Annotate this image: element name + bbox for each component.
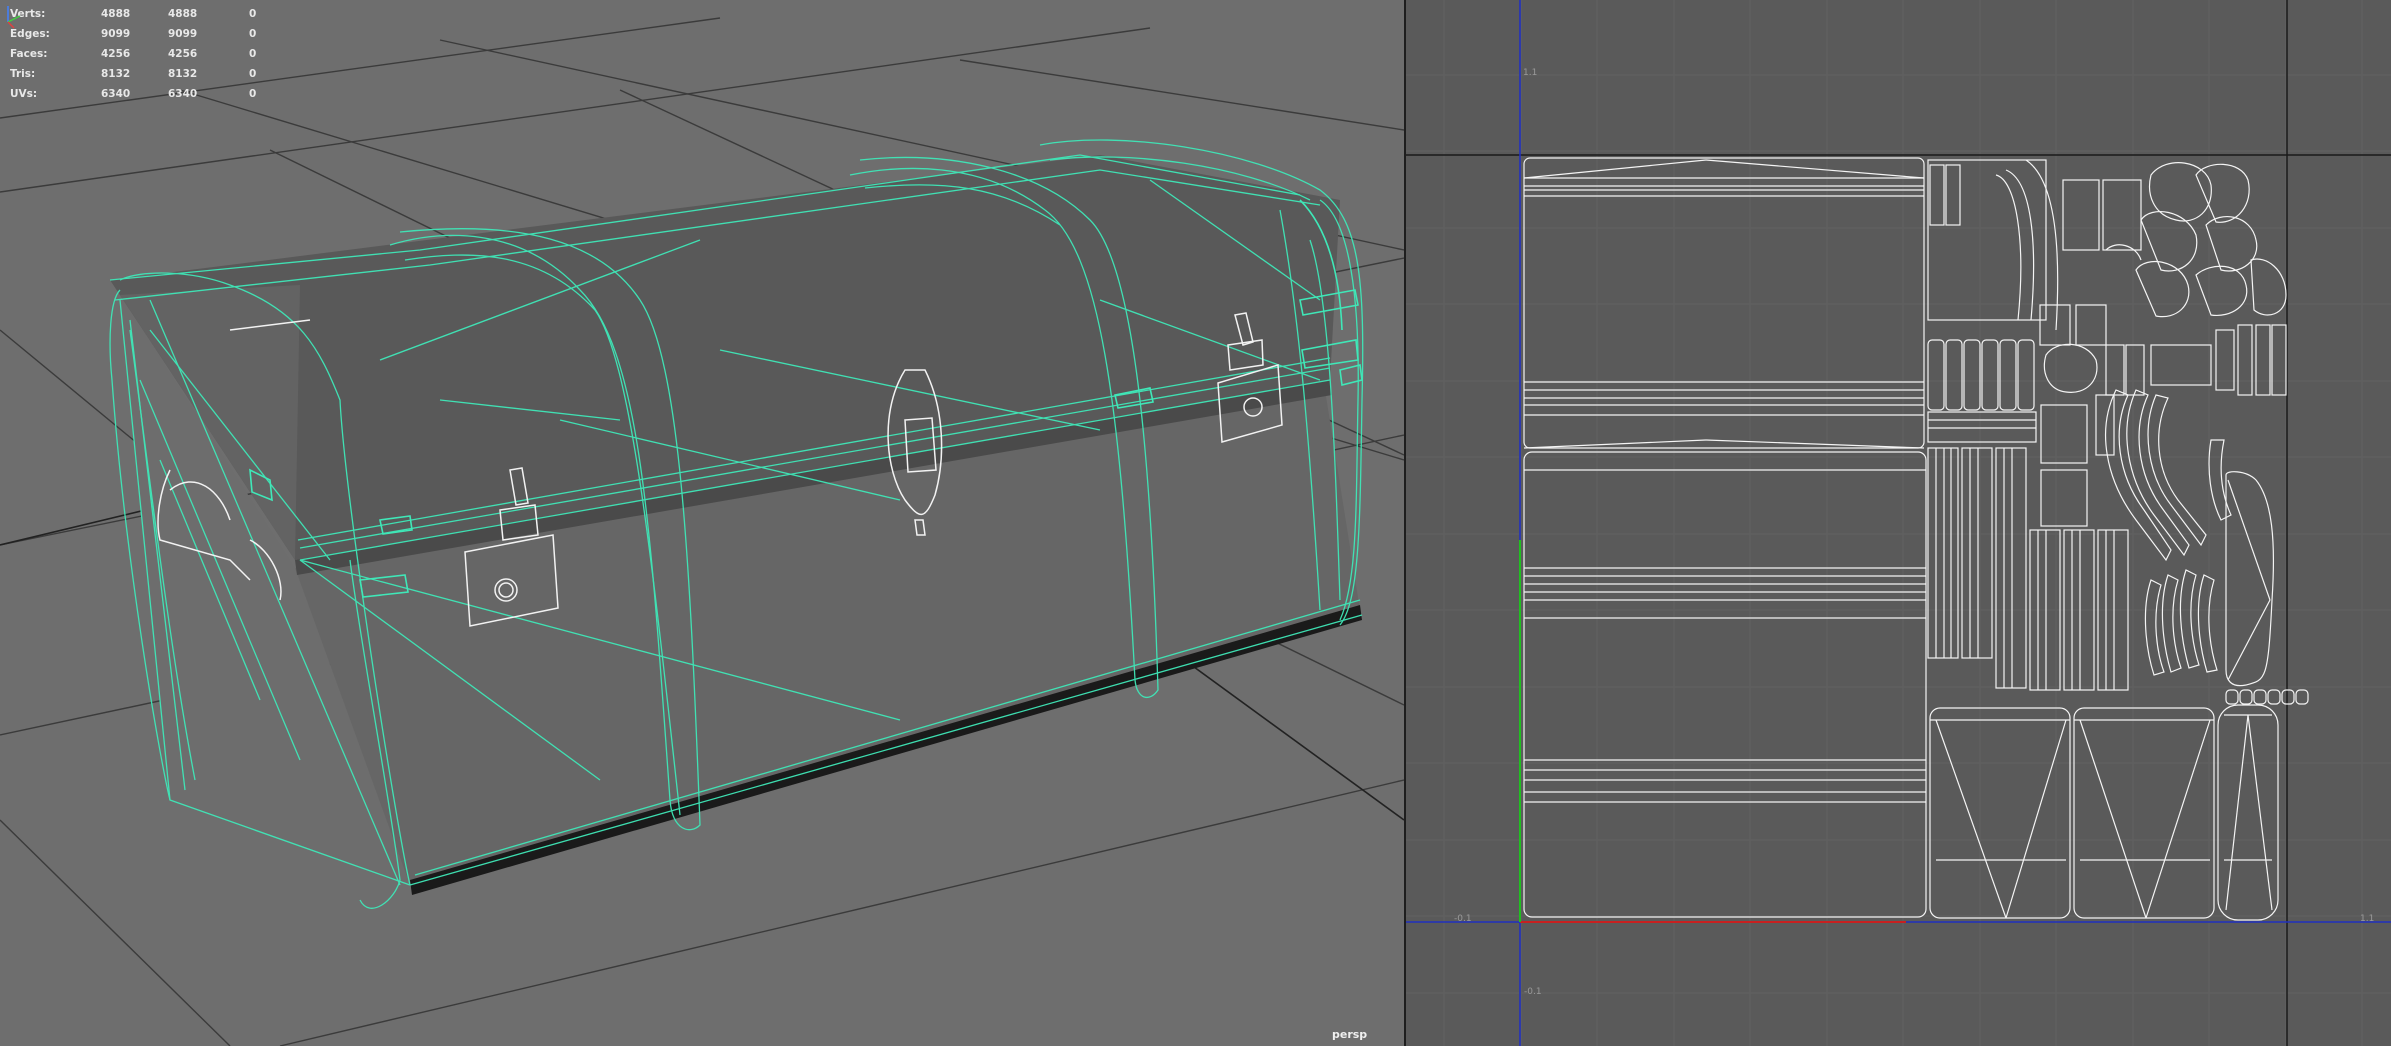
camera-label: persp xyxy=(1332,1028,1368,1041)
hud-row-tris: Tris: 8132 8132 0 xyxy=(10,64,270,84)
hud-value: 6340 xyxy=(168,88,198,100)
hud-value: 4256 xyxy=(101,48,131,60)
hud-value: 0 xyxy=(249,68,257,80)
hud-value: 0 xyxy=(249,88,257,100)
poly-count-hud: Verts: 4888 4888 0 Edges: 9099 9099 0 Fa… xyxy=(10,4,270,104)
trunk-wireframe xyxy=(0,17,1404,1046)
hud-row-verts: Verts: 4888 4888 0 xyxy=(10,4,270,24)
uv-grid-label: -0.1 xyxy=(1524,987,1542,997)
uv-grid-label: 1.1 xyxy=(1523,68,1538,78)
uv-editor-panel[interactable]: -0.1 1.1 1.1 -0.1 xyxy=(1406,0,2391,1046)
hud-value: 4888 xyxy=(168,8,198,20)
hud-value: 9099 xyxy=(101,28,131,40)
hud-value: 4256 xyxy=(168,48,198,60)
hud-value: 0 xyxy=(249,48,257,60)
hud-value: 8132 xyxy=(101,68,131,80)
hud-row-faces: Faces: 4256 4256 0 xyxy=(10,44,270,64)
hud-value: 9099 xyxy=(168,28,198,40)
perspective-viewport[interactable]: Verts: 4888 4888 0 Edges: 9099 9099 0 Fa… xyxy=(0,0,1404,1046)
hud-label: UVs: xyxy=(10,88,38,100)
hud-label: Faces: xyxy=(10,48,48,60)
hud-value: 0 xyxy=(249,8,257,20)
hud-value: 8132 xyxy=(168,68,198,80)
hud-row-uvs: UVs: 6340 6340 0 xyxy=(10,84,270,104)
uv-grid-label: 1.1 xyxy=(2360,914,2375,924)
hud-row-edges: Edges: 9099 9099 0 xyxy=(10,24,270,44)
hud-value: 6340 xyxy=(101,88,131,100)
hud-value: 0 xyxy=(249,28,257,40)
uv-layout xyxy=(1406,0,2391,1046)
uv-grid-label: -0.1 xyxy=(1454,914,1472,924)
axis-gizmo-icon xyxy=(7,6,21,29)
hud-label: Tris: xyxy=(10,68,36,80)
hud-value: 4888 xyxy=(101,8,131,20)
